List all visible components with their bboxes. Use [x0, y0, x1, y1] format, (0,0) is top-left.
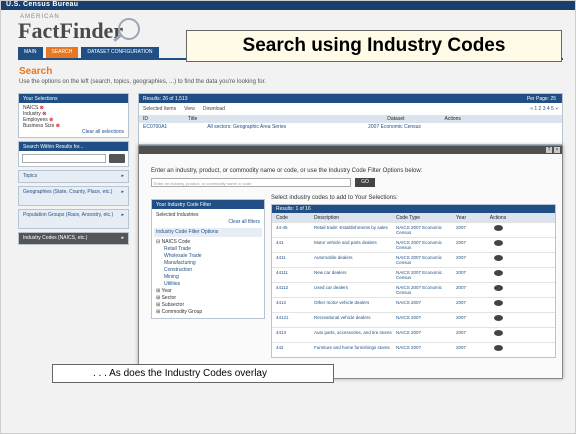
- slide: U.S. Census Bureau AMERICAN FactFinder M…: [0, 0, 576, 434]
- slide-frame: [0, 0, 576, 434]
